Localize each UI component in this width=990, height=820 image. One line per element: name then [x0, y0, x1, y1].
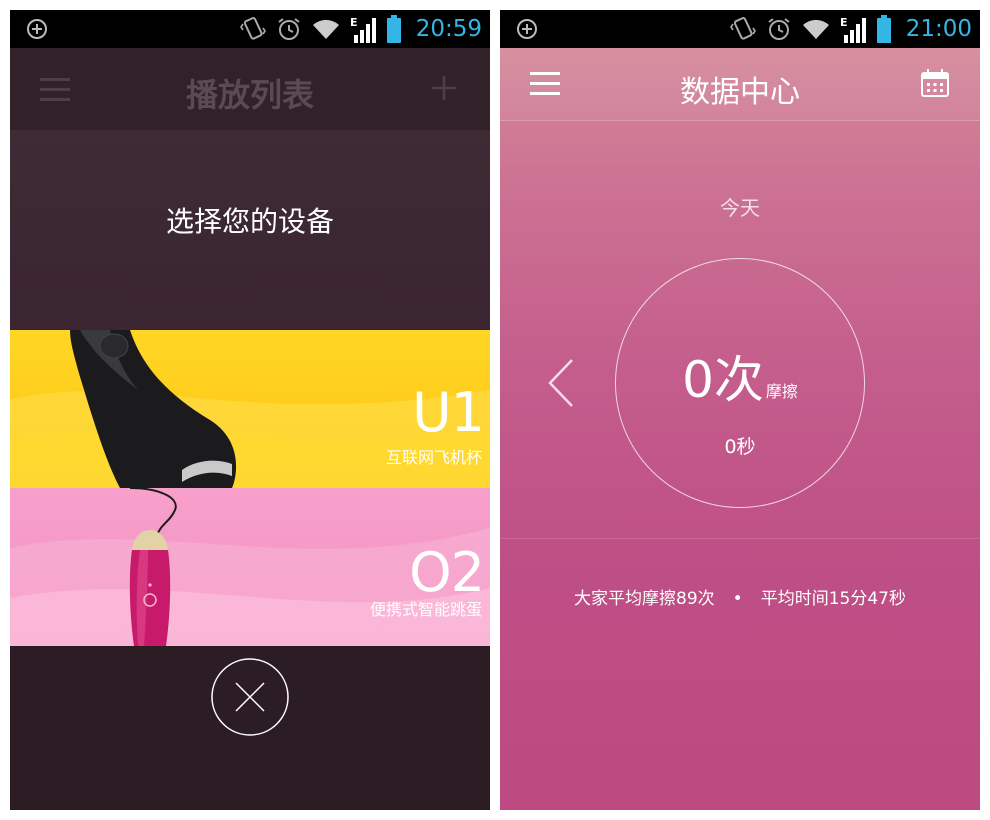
- bottom-area: [10, 646, 490, 810]
- vibrate-icon: [239, 17, 266, 40]
- device-card-o2[interactable]: O2 便携式智能跳蛋: [10, 488, 490, 646]
- close-x-icon[interactable]: [210, 657, 290, 737]
- vibrate-icon: [729, 17, 756, 40]
- device-select-screen: E 20:59 播放列表 选择您的设备 U1 互联网飞机杯 O2 便携式智能跳蛋: [10, 10, 490, 810]
- alarm-icon: [278, 18, 300, 40]
- battery-icon: [876, 15, 891, 43]
- status-time: 21:00: [905, 16, 972, 42]
- status-bar: E 21:00: [500, 10, 980, 48]
- battery-icon: [386, 15, 401, 43]
- friction-count: 0次 摩擦: [615, 340, 865, 412]
- average-time: 平均时间15分47秒: [760, 589, 906, 609]
- wifi-icon: [802, 19, 829, 39]
- wifi-icon: [312, 19, 339, 39]
- page-title: 数据中心: [680, 75, 800, 110]
- page-title: 播放列表: [185, 76, 314, 114]
- select-device-prompt: 选择您的设备: [165, 205, 334, 238]
- alarm-icon: [768, 18, 790, 40]
- duration-value: 0秒: [724, 436, 756, 458]
- separator-dot: •: [732, 589, 743, 609]
- date-label: 今天: [720, 196, 760, 220]
- data-center-header: 数据中心: [500, 48, 980, 120]
- status-time: 20:59: [415, 16, 482, 42]
- count-unit-label: 摩擦: [765, 382, 798, 401]
- count-value: 0次: [682, 351, 764, 409]
- select-device-panel: 选择您的设备: [10, 130, 490, 330]
- add-circle-icon: [27, 19, 47, 39]
- average-count: 大家平均摩擦89次: [574, 589, 715, 609]
- device-card-u1[interactable]: U1 互联网飞机杯: [10, 330, 490, 488]
- signal-icon: E: [350, 16, 376, 43]
- playlist-header: 播放列表: [10, 48, 490, 130]
- chevron-left-icon[interactable]: [546, 358, 576, 408]
- device-model: O2: [409, 541, 485, 604]
- device-description: 互联网飞机杯: [385, 448, 482, 467]
- header-divider: [500, 120, 980, 121]
- plus-icon[interactable]: [430, 74, 458, 102]
- device-description: 便携式智能跳蛋: [369, 600, 482, 619]
- add-circle-icon: [517, 19, 537, 39]
- signal-icon: E: [840, 16, 866, 43]
- svg-text:E: E: [840, 16, 848, 29]
- section-divider: [500, 538, 980, 539]
- calendar-icon[interactable]: [920, 68, 950, 98]
- status-bar: E 20:59: [10, 10, 490, 48]
- average-stats: 大家平均摩擦89次 • 平均时间15分47秒: [500, 584, 980, 609]
- svg-text:E: E: [350, 16, 358, 29]
- data-center-screen: E 21:00 数据中心 今天 0次 摩擦 0秒 大家平均摩擦89次 • 平均时…: [500, 10, 980, 810]
- device-model: U1: [412, 381, 485, 444]
